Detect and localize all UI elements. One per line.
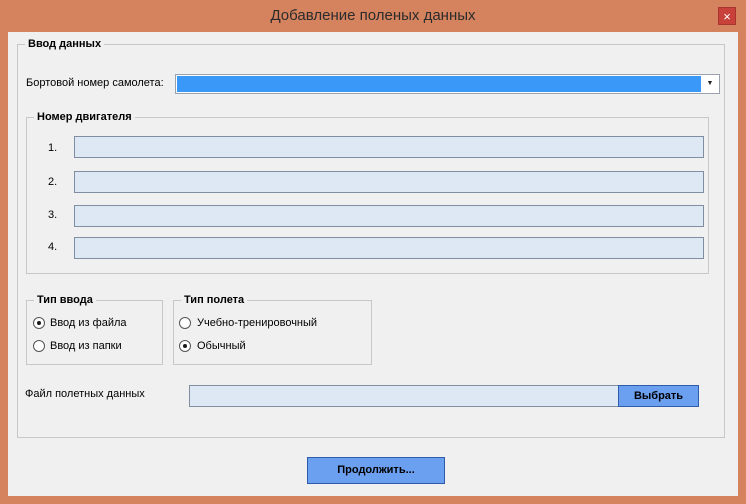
title-bar[interactable]: Добавление поленых данных × [0,0,746,32]
tail-number-label: Бортовой номер самолета: [26,77,164,89]
engine-row-label-3: 3. [48,209,58,221]
flight-type-legend: Тип полета [184,294,245,306]
client-area: Ввод данных Номер двигателя Тип ввода Ти… [8,32,738,496]
radio-training-flight[interactable] [179,317,191,329]
engine-number-input-2[interactable] [74,171,704,193]
engine-number-input-4[interactable] [74,237,704,259]
browse-button[interactable]: Выбрать [618,385,699,407]
dropdown-arrow-icon[interactable]: ▼ [701,75,719,93]
engine-number-input-3[interactable] [74,205,704,227]
engine-row-label-4: 4. [48,241,58,253]
close-button[interactable]: × [718,7,736,25]
radio-regular-flight-label[interactable]: Обычный [197,340,246,352]
tail-number-value[interactable] [177,76,701,92]
engine-row-label-1: 1. [48,142,58,154]
engine-number-legend: Номер двигателя [37,111,132,123]
input-data-legend: Ввод данных [28,38,102,50]
close-icon: × [723,9,731,24]
engine-number-input-1[interactable] [74,136,704,158]
tail-number-combobox[interactable]: ▼ [175,74,720,94]
flight-data-file-label: Файл полетных данных [25,388,145,400]
input-type-group: Тип ввода [26,294,163,365]
engine-row-label-2: 2. [48,176,58,188]
radio-input-from-folder-label[interactable]: Ввод из папки [50,340,122,352]
radio-regular-flight[interactable] [179,340,191,352]
flight-data-file-input[interactable] [189,385,619,407]
input-type-legend: Тип ввода [37,294,93,306]
radio-input-from-folder[interactable] [33,340,45,352]
radio-input-from-file-label[interactable]: Ввод из файла [50,317,127,329]
radio-training-flight-label[interactable]: Учебно-тренировочный [197,317,317,329]
continue-button[interactable]: Продолжить... [307,457,445,484]
flight-type-group: Тип полета [173,294,372,365]
window-title: Добавление поленых данных [270,7,476,24]
radio-input-from-file[interactable] [33,317,45,329]
